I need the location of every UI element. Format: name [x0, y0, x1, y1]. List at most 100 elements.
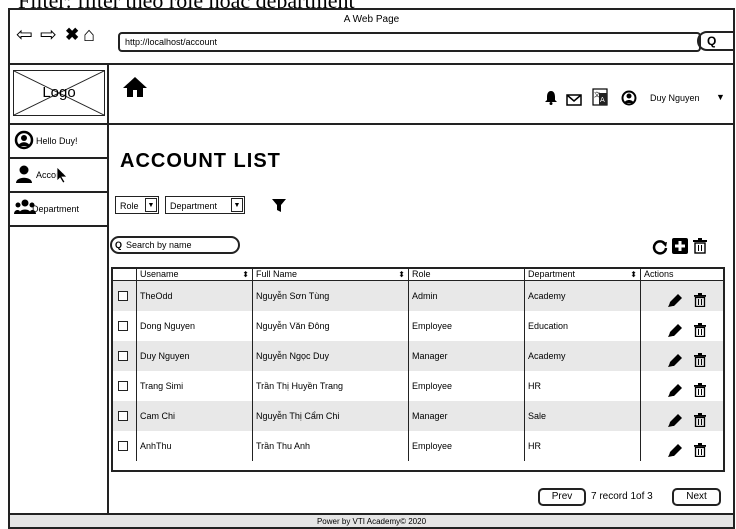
forward-icon[interactable]: ⇨ — [40, 25, 57, 45]
app-header: Logo 文A Duy Nguyen ▼ — [10, 65, 733, 125]
row-checkbox[interactable] — [118, 351, 128, 361]
table-header-department[interactable]: Department ⬍ — [525, 269, 641, 281]
edit-icon[interactable] — [667, 440, 683, 461]
edit-icon[interactable] — [667, 320, 683, 341]
table-row: TheOdd Nguyễn Sơn Tùng Admin Academy — [113, 281, 723, 311]
close-icon[interactable]: ✖ — [65, 25, 79, 45]
cell-actions — [641, 401, 723, 431]
trash-icon[interactable] — [694, 289, 706, 311]
cell-username: Dong Nguyen — [137, 311, 253, 341]
next-button[interactable]: Next — [672, 488, 721, 506]
cell-role: Employee — [409, 311, 525, 341]
row-select-cell — [113, 311, 137, 341]
department-filter-select[interactable]: Department ▼ — [165, 196, 245, 214]
row-select-cell — [113, 431, 137, 461]
cell-department: Education — [525, 311, 641, 341]
cell-role: Manager — [409, 401, 525, 431]
row-select-cell — [113, 371, 137, 401]
add-icon[interactable] — [672, 238, 688, 259]
user-circle-icon — [14, 130, 34, 152]
cell-role: Employee — [409, 371, 525, 401]
table-header-username[interactable]: Usename ⬍ — [137, 269, 253, 281]
cell-actions — [641, 311, 723, 341]
edit-icon[interactable] — [667, 380, 683, 401]
trash-icon[interactable] — [694, 379, 706, 401]
page-title: ACCOUNT LIST — [120, 150, 281, 172]
chevron-down-icon: ▼ — [145, 198, 157, 212]
sidebar-item-account[interactable]: Account — [10, 159, 107, 193]
cell-fullname: Nguyễn Văn Đông — [253, 311, 409, 341]
row-checkbox[interactable] — [118, 291, 128, 301]
back-icon[interactable]: ⇦ — [16, 25, 33, 45]
cell-actions — [641, 341, 723, 371]
sort-icon: ⬍ — [630, 270, 637, 279]
edit-icon[interactable] — [667, 350, 683, 371]
cell-fullname: Nguyễn Ngọc Duy — [253, 341, 409, 371]
mail-icon[interactable] — [566, 93, 582, 111]
url-bar[interactable]: http://localhost/account — [118, 32, 701, 52]
cell-actions — [641, 431, 723, 461]
table-header-role[interactable]: Role — [409, 269, 525, 281]
prev-button[interactable]: Prev — [538, 488, 586, 506]
cell-role: Admin — [409, 281, 525, 311]
row-checkbox[interactable] — [118, 381, 128, 391]
sidebar-item-hello: Hello Duy! — [10, 125, 107, 159]
cell-fullname: Nguyễn Sơn Tùng — [253, 281, 409, 311]
sidebar-divider — [107, 65, 109, 525]
search-icon: Q — [707, 34, 717, 48]
sidebar-item-label: Hello Duy! — [36, 136, 78, 146]
cell-department: Sale — [525, 401, 641, 431]
pagination-info: 7 record 1of 3 — [591, 491, 653, 502]
table-header-fullname[interactable]: Full Name ⬍ — [253, 269, 409, 281]
home-icon[interactable] — [122, 76, 148, 103]
table-row: Dong Nguyen Nguyễn Văn Đông Employee Educat… — [113, 311, 723, 341]
trash-icon[interactable] — [694, 409, 706, 431]
cell-username: Trang Simi — [137, 371, 253, 401]
table-row: Duy Nguyen Nguyễn Ngọc Duy Manager Academy — [113, 341, 723, 371]
cell-department: Academy — [525, 281, 641, 311]
trash-icon[interactable] — [694, 439, 706, 461]
row-checkbox[interactable] — [118, 321, 128, 331]
cell-username: AnhThu — [137, 431, 253, 461]
edit-icon[interactable] — [667, 290, 683, 311]
row-checkbox[interactable] — [118, 441, 128, 451]
user-circle-icon[interactable] — [621, 90, 637, 111]
cell-department: Academy — [525, 341, 641, 371]
home-nav-icon[interactable]: ⌂ — [83, 25, 95, 45]
sidebar-item-department[interactable]: Department — [10, 193, 107, 227]
chevron-down-icon: ▼ — [231, 198, 243, 212]
table-row: Cam Chi Nguyễn Thị Cẩm Chi Manager Sale — [113, 401, 723, 431]
trash-icon[interactable] — [694, 319, 706, 341]
cell-fullname: Trần Thị Huyền Trang — [253, 371, 409, 401]
search-input[interactable]: Q Search by name — [110, 236, 240, 254]
cell-username: Duy Nguyen — [137, 341, 253, 371]
browser-toolbar: A Web Page ⇦ ⇨ ✖ ⌂ http://localhost/acco… — [10, 10, 733, 65]
browser-search-button[interactable]: Q — [697, 31, 733, 51]
trash-icon[interactable] — [694, 349, 706, 371]
cell-fullname: Trần Thu Anh — [253, 431, 409, 461]
user-name[interactable]: Duy Nguyen — [650, 93, 700, 103]
row-select-cell — [113, 341, 137, 371]
row-select-cell — [113, 401, 137, 431]
role-filter-select[interactable]: Role ▼ — [115, 196, 159, 214]
refresh-icon[interactable] — [652, 239, 668, 260]
row-checkbox[interactable] — [118, 411, 128, 421]
cell-fullname: Nguyễn Thị Cẩm Chi — [253, 401, 409, 431]
user-icon — [14, 164, 34, 186]
filter-icon[interactable] — [272, 199, 286, 218]
cell-username: Cam Chi — [137, 401, 253, 431]
translate-icon[interactable]: 文A — [592, 88, 608, 111]
table-header-select — [113, 269, 137, 281]
logo-text: Logo — [42, 84, 76, 101]
cell-actions — [641, 281, 723, 311]
search-placeholder: Search by name — [126, 240, 192, 250]
trash-icon[interactable] — [693, 238, 707, 259]
cell-actions — [641, 371, 723, 401]
cell-department: HR — [525, 371, 641, 401]
table-row: AnhThu Trần Thu Anh Employee HR — [113, 431, 723, 461]
bell-icon[interactable] — [545, 91, 557, 110]
edit-icon[interactable] — [667, 410, 683, 431]
chevron-down-icon[interactable]: ▼ — [716, 92, 725, 102]
search-icon: Q — [115, 240, 123, 250]
cell-username: TheOdd — [137, 281, 253, 311]
